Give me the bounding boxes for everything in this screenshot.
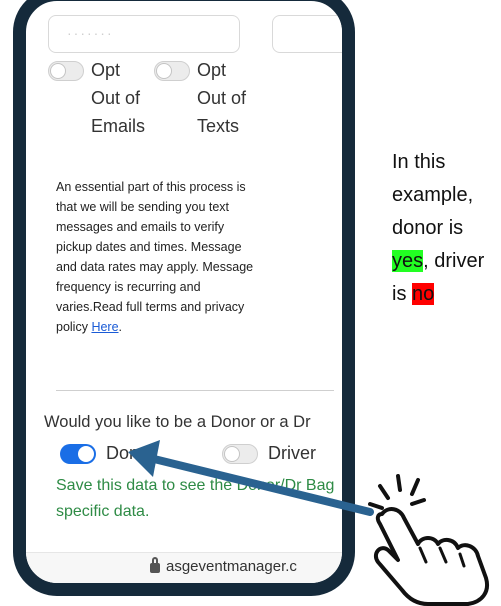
phone-frame: ······· Opt Out of Emails Opt Out of Tex… [13,0,355,596]
driver-label: Driver [268,443,316,463]
field-value-fragment: ······· [67,25,114,41]
role-question: Would you like to be a Donor or a Dr [44,413,311,431]
driver-option[interactable]: Driver [222,443,316,464]
opt-out-texts-label: Opt Out of Texts [197,60,247,136]
annotation-callout: In this example, donor is yes, driver is… [392,146,500,311]
phone-screen: ······· Opt Out of Emails Opt Out of Tex… [26,1,342,583]
callout-line1: In this example, donor is [392,151,474,239]
driver-toggle[interactable] [222,443,258,464]
disclaimer-body: An essential part of this process is tha… [56,180,254,334]
hand-pointer-icon [368,474,489,606]
form-field-right[interactable] [272,15,342,53]
privacy-policy-link[interactable]: Here [91,320,118,334]
browser-url-bar[interactable]: asgeventmanager.c [26,552,342,583]
form-field-left[interactable]: ······· [48,15,240,53]
disclaimer-end: . [118,320,123,334]
callout-no-highlight: no [412,283,435,305]
opt-out-emails-option[interactable]: Opt Out of Emails [48,60,151,140]
opt-out-emails-label: Opt Out of Emails [91,60,146,136]
section-divider [56,390,334,391]
save-data-message: Save this data to see the Donor/Dr Bag s… [56,477,335,520]
opt-out-texts-toggle[interactable] [154,61,190,81]
donor-label: Donor [106,443,156,463]
opt-out-emails-toggle[interactable] [48,61,84,81]
toggle-knob [156,63,172,79]
toggle-knob [78,445,94,462]
donor-toggle[interactable] [60,443,96,464]
url-text: asgeventmanager.c [166,558,297,575]
callout-yes-highlight: yes [392,250,424,272]
opt-out-texts-option[interactable]: Opt Out of Texts [154,60,253,140]
toggle-knob [50,63,66,79]
lock-icon [150,557,160,573]
disclaimer-text: An essential part of this process is tha… [56,177,256,337]
toggle-knob [224,445,240,462]
donor-option[interactable]: Donor [60,443,155,464]
